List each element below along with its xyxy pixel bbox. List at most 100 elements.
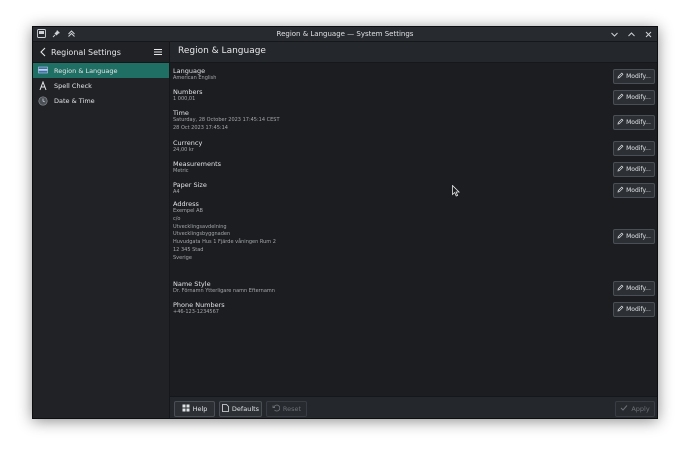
help-label: Help [192,405,208,413]
modify-label: Modify... [626,187,651,194]
reset-label: Reset [282,405,302,413]
edit-icon [617,165,624,174]
sidebar-title: Regional Settings [51,48,121,57]
chevron-down-icon [610,32,618,37]
page-title: Region & Language [170,42,657,63]
help-button[interactable]: Help [174,401,215,417]
address-line: Sverige [173,254,192,261]
defaults-label: Defaults [231,405,260,413]
modify-label: Modify... [626,285,651,292]
modify-language-button[interactable]: Modify... [613,69,655,84]
setting-label: Measurements [173,160,222,168]
maximize-button[interactable] [626,28,636,40]
sidebar-item-label: Date & Time [54,96,95,105]
footer-bar: Help Defaults Reset Apply [170,396,657,418]
setting-paper-size: Paper Size A4 Modify... [173,181,655,201]
mouse-cursor-icon [452,185,460,197]
edit-icon [617,72,624,81]
setting-language: Language American English Modify... [173,67,655,87]
edit-icon [617,186,624,195]
modify-phone-numbers-button[interactable]: Modify... [613,302,655,317]
address-line: 12 345 Stad [173,246,204,253]
back-button[interactable] [38,46,48,58]
close-button[interactable] [643,28,653,40]
hamburger-menu-icon[interactable] [153,47,163,57]
modify-time-button[interactable]: Modify... [613,115,655,130]
chevron-left-icon [40,47,46,57]
defaults-button[interactable]: Defaults [219,401,262,417]
setting-label: Language [173,67,206,75]
modify-address-button[interactable]: Modify... [613,229,655,244]
setting-label: Name Style [173,280,211,288]
setting-label: Address [173,200,199,208]
setting-label: Paper Size [173,181,207,189]
modify-measurements-button[interactable]: Modify... [613,162,655,177]
help-icon [182,404,190,414]
minimize-button[interactable] [609,28,619,40]
sidebar-header: Regional Settings [33,42,169,63]
edit-icon [617,93,624,102]
checkmark-icon [620,404,628,414]
setting-value: American English [173,75,217,81]
setting-address: Address Exempel AB c/o Utvecklingsavdeln… [173,200,655,266]
setting-value: 1 000,01 [173,96,196,102]
spell-check-icon [38,80,48,91]
modify-label: Modify... [626,119,651,126]
close-icon [645,31,651,37]
system-settings-window: Region & Language — System Settings Regi… [32,26,658,419]
modify-label: Modify... [626,145,651,152]
sidebar-item-region-language[interactable]: Region & Language [33,63,169,78]
setting-label: Time [173,109,189,117]
sidebar-item-label: Region & Language [54,66,118,75]
setting-value-long: Saturday, 28 October 2023 17:45:14 CEST [173,117,280,123]
address-line: Exempel AB [173,208,203,214]
setting-value: Metric [173,168,189,174]
sidebar: Regional Settings Region & Language Spel… [33,42,170,418]
setting-value: A4 [173,189,180,195]
edit-icon [617,284,624,293]
window-title: Region & Language — System Settings [276,30,414,38]
setting-value: +46-123-1234567 [173,309,219,315]
setting-label: Numbers [173,88,203,96]
clock-icon [38,95,48,106]
sidebar-item-date-time[interactable]: Date & Time [33,93,169,108]
document-icon [222,404,229,414]
modify-label: Modify... [626,73,651,80]
modify-label: Modify... [626,94,651,101]
edit-icon [617,232,624,241]
address-line: c/o [173,215,181,222]
setting-phone-numbers: Phone Numbers +46-123-1234567 Modify... [173,301,655,321]
setting-numbers: Numbers 1 000,01 Modify... [173,88,655,108]
sidebar-item-label: Spell Check [54,81,92,90]
edit-icon [617,118,624,127]
modify-currency-button[interactable]: Modify... [613,141,655,156]
modify-label: Modify... [626,233,651,240]
setting-value-short: 28 Oct 2023 17:45:14 [173,124,228,131]
apply-button[interactable]: Apply [615,401,655,417]
modify-label: Modify... [626,166,651,173]
address-line: Huvudgata Hus 1 Fjärde våningen Rum 2 [173,239,276,246]
edit-icon [617,305,624,314]
reset-button[interactable]: Reset [266,401,307,417]
setting-value: 24,00 kr [173,147,194,153]
setting-measurements: Measurements Metric Modify... [173,160,655,180]
setting-label: Currency [173,139,203,147]
modify-label: Modify... [626,306,651,313]
address-line: Utvecklingsavdelning [173,223,227,230]
setting-value: Dr. Förnamn Ytterligare namn Efternamn [173,288,275,294]
main-panel: Region & Language Language American Engl… [170,42,657,418]
setting-time: Time Saturday, 28 October 2023 17:45:14 … [173,109,655,137]
flag-icon [38,66,48,76]
sidebar-item-spell-check[interactable]: Spell Check [33,78,169,93]
apply-label: Apply [631,405,650,413]
edit-icon [617,144,624,153]
setting-name-style: Name Style Dr. Förnamn Ytterligare namn … [173,280,655,300]
modify-paper-size-button[interactable]: Modify... [613,183,655,198]
chevron-up-icon [627,31,635,36]
modify-numbers-button[interactable]: Modify... [613,90,655,105]
modify-name-style-button[interactable]: Modify... [613,281,655,296]
title-bar: Region & Language — System Settings [33,27,657,42]
setting-currency: Currency 24,00 kr Modify... [173,139,655,159]
undo-icon [272,404,281,414]
setting-label: Phone Numbers [173,301,225,309]
